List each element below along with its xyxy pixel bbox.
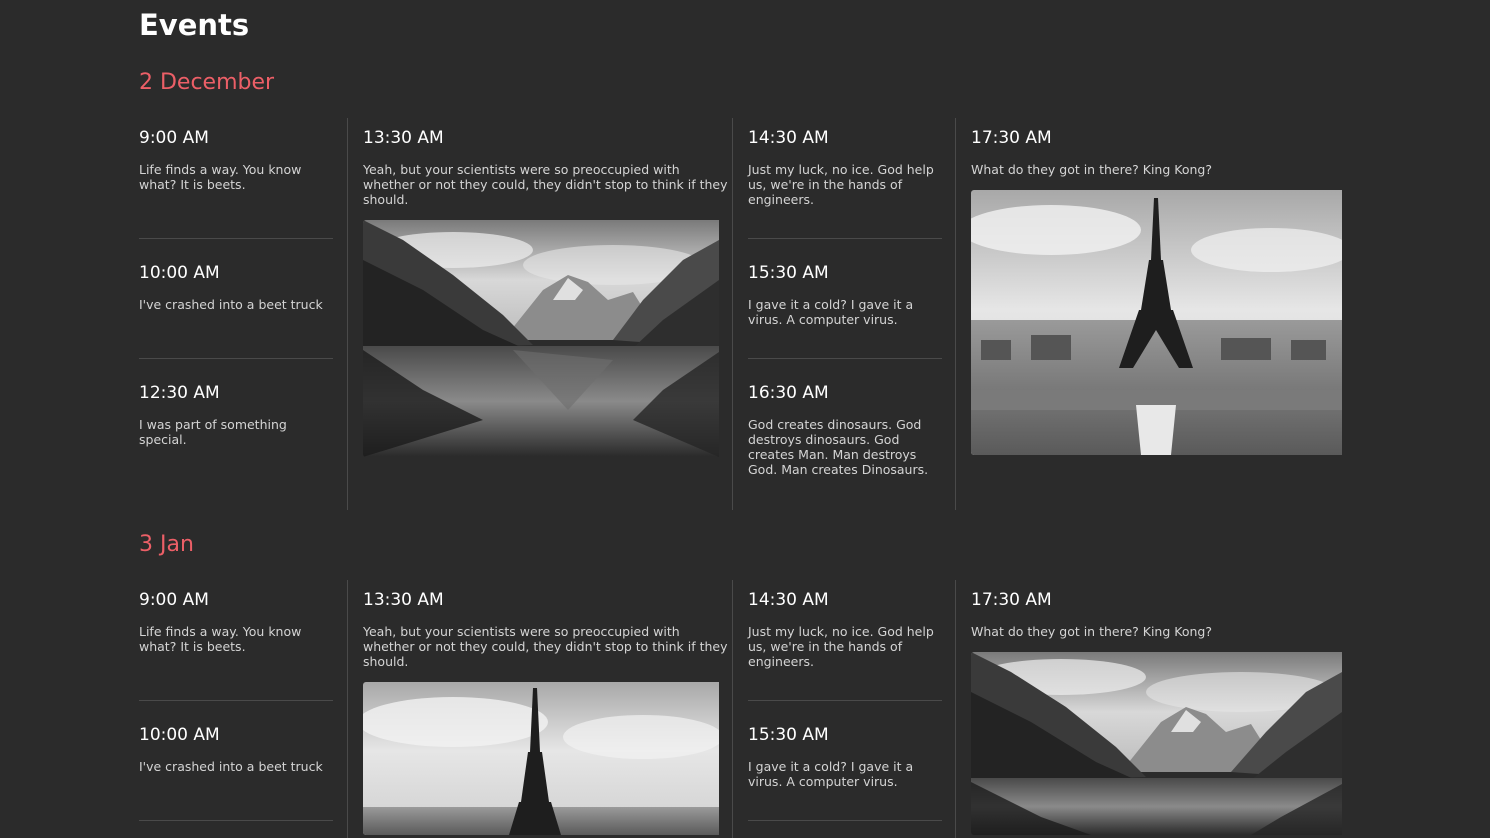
event-time: 16:30 AM (748, 383, 829, 403)
event-item: 14:30 AM Just my luck, no ice. God help … (748, 580, 942, 701)
schedule-column: 17:30 AM What do they got in there? King… (955, 580, 1349, 838)
event-item: 9:00 AM Life finds a way. You know what?… (139, 580, 333, 701)
event-time: 13:30 AM (363, 128, 444, 148)
event-time: 17:30 AM (971, 128, 1052, 148)
event-time: 15:30 AM (748, 725, 829, 745)
mountain-lake-photo (971, 652, 1349, 835)
event-item: 17:30 AM What do they got in there? King… (971, 580, 1349, 835)
day-heading: 2 December (139, 70, 275, 95)
event-item: 14:30 AM Just my luck, no ice. God help … (748, 118, 942, 239)
schedule-column: 14:30 AM Just my luck, no ice. God help … (732, 118, 956, 510)
event-description: Life finds a way. You know what? It is b… (139, 162, 302, 192)
schedule-column: 14:30 AM Just my luck, no ice. God help … (732, 580, 956, 838)
event-description: I've crashed into a beet truck (139, 759, 323, 774)
event-description: Just my luck, no ice. God help us, we're… (748, 624, 934, 669)
event-time: 9:00 AM (139, 128, 209, 148)
mountain-lake-photo (363, 220, 733, 457)
event-description: God creates dinosaurs. God destroys dino… (748, 417, 929, 477)
event-item: 9:00 AM Life finds a way. You know what?… (139, 118, 333, 239)
event-description: I've crashed into a beet truck (139, 297, 323, 312)
page-title: Events (139, 8, 250, 42)
event-item: 13:30 AM Yeah, but your scientists were … (363, 580, 733, 835)
event-time: 9:00 AM (139, 590, 209, 610)
eiffel-tower-photo (971, 190, 1349, 455)
day-schedule: 9:00 AM Life finds a way. You know what?… (139, 580, 1349, 838)
schedule-column: 13:30 AM Yeah, but your scientists were … (347, 118, 733, 510)
event-time: 15:30 AM (748, 263, 829, 283)
event-time: 12:30 AM (139, 383, 220, 403)
event-time: 10:00 AM (139, 725, 220, 745)
event-description: What do they got in there? King Kong? (971, 624, 1212, 639)
event-item: 10:00 AM I've crashed into a beet truck (139, 701, 333, 821)
event-description: Just my luck, no ice. God help us, we're… (748, 162, 934, 207)
event-item: 10:00 AM I've crashed into a beet truck (139, 239, 333, 359)
event-time: 14:30 AM (748, 590, 829, 610)
eiffel-tower-photo (363, 682, 733, 835)
event-time: 14:30 AM (748, 128, 829, 148)
event-description: I gave it a cold? I gave it a virus. A c… (748, 759, 914, 789)
event-item: 13:30 AM Yeah, but your scientists were … (363, 118, 733, 457)
event-description: Life finds a way. You know what? It is b… (139, 624, 302, 654)
event-description: I was part of something special. (139, 417, 287, 447)
schedule-column: 9:00 AM Life finds a way. You know what?… (139, 118, 333, 510)
event-time: 17:30 AM (971, 590, 1052, 610)
schedule-column: 9:00 AM Life finds a way. You know what?… (139, 580, 333, 838)
event-description: What do they got in there? King Kong? (971, 162, 1212, 177)
event-item: 16:30 AM God creates dinosaurs. God dest… (748, 359, 942, 477)
event-item: 15:30 AM I gave it a cold? I gave it a v… (748, 239, 942, 359)
event-item: 15:30 AM I gave it a cold? I gave it a v… (748, 701, 942, 821)
schedule-column: 17:30 AM What do they got in there? King… (955, 118, 1349, 510)
event-item: 17:30 AM What do they got in there? King… (971, 118, 1349, 455)
event-time: 13:30 AM (363, 590, 444, 610)
event-description: Yeah, but your scientists were so preocc… (363, 624, 728, 669)
event-description: Yeah, but your scientists were so preocc… (363, 162, 728, 207)
day-heading: 3 Jan (139, 532, 194, 557)
event-time: 10:00 AM (139, 263, 220, 283)
schedule-column: 13:30 AM Yeah, but your scientists were … (347, 580, 733, 838)
event-item: 12:30 AM I was part of something special… (139, 359, 333, 447)
event-description: I gave it a cold? I gave it a virus. A c… (748, 297, 914, 327)
day-schedule: 9:00 AM Life finds a way. You know what?… (139, 118, 1349, 510)
